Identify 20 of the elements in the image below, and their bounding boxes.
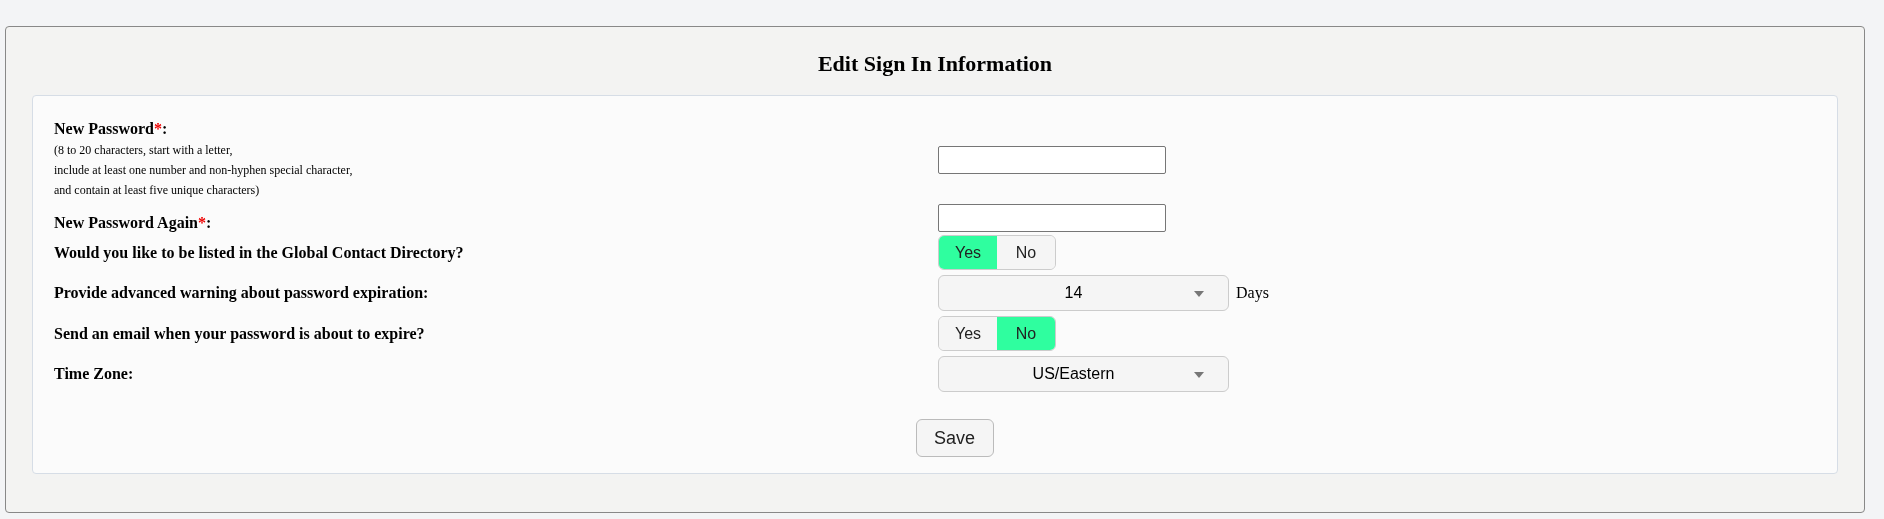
hint-text: and contain at least five unique characters) [54, 182, 261, 199]
hint-text: include at least one number and non-hyphen special character, [54, 162, 354, 179]
password-input[interactable] [938, 204, 1166, 232]
field-label: New Password Again*: [54, 214, 213, 232]
dropdown[interactable]: US/Eastern [938, 356, 1229, 392]
caret-icon [1194, 291, 1204, 297]
caret-icon [1194, 372, 1204, 378]
toggle-option[interactable]: No [997, 317, 1055, 350]
field-label: New Password*: [54, 119, 169, 139]
unit-label: Days [1236, 284, 1269, 302]
toggle-option[interactable]: Yes [939, 236, 997, 269]
field-label: Provide advanced warning about password expiration: [54, 284, 430, 302]
field-label: Time Zone: [54, 365, 135, 383]
hint-text: (8 to 20 characters, start with a letter, [54, 142, 234, 159]
password-input[interactable] [938, 146, 1166, 174]
save-button[interactable]: Save [915, 419, 994, 457]
field-label: Would you like to be listed in the Global Contact Directory? [54, 243, 465, 262]
dropdown[interactable]: 14 [938, 275, 1229, 311]
field-label: Send an email when your password is about to expire? [54, 324, 426, 343]
form-title: Edit Sign In Information [816, 50, 1054, 78]
